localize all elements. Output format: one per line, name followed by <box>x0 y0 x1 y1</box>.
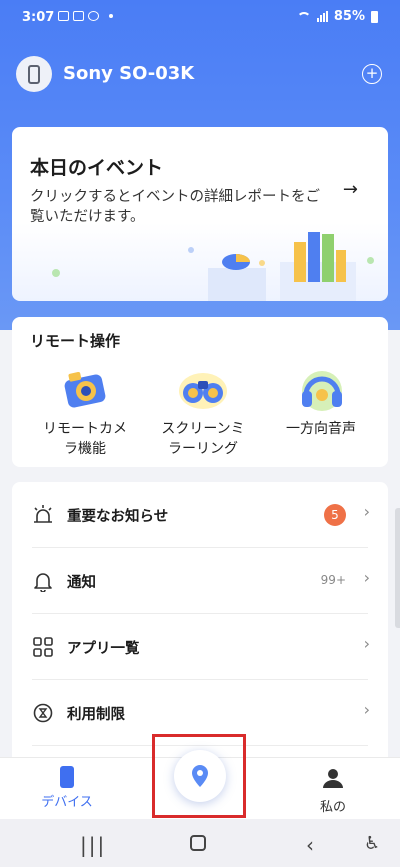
home-notification-icon <box>58 11 69 21</box>
chevron-right-icon: › <box>363 700 370 719</box>
usage-limit-label: 利用制限 <box>67 707 125 723</box>
home-icon[interactable] <box>190 832 206 856</box>
one-way-audio-button[interactable]: 一方向音声 <box>266 365 376 439</box>
chevron-right-icon: › <box>363 502 370 521</box>
nav-device-tab[interactable]: デバイス <box>22 766 112 810</box>
nav-device-label: デバイス <box>41 795 93 810</box>
add-device-button[interactable]: + <box>362 64 382 84</box>
remote-section-title: リモート操作 <box>30 332 121 350</box>
device-header: Sony SO-03K + <box>16 56 384 92</box>
list-item-notifications[interactable]: 通知 99+ › <box>12 548 388 614</box>
accessibility-icon[interactable]: ♿ <box>364 833 380 854</box>
smartphone-icon <box>28 64 40 84</box>
more-notifications-dot <box>109 14 113 18</box>
device-avatar[interactable] <box>16 56 52 92</box>
battery-percent: 85% <box>333 9 365 24</box>
system-navigation-bar: ||| ‹ ♿ <box>0 819 400 867</box>
wifi-icon <box>296 11 311 22</box>
person-icon <box>323 769 343 788</box>
list-item-app-list[interactable]: アプリ一覧 › <box>12 614 388 680</box>
recent-apps-icon[interactable]: ||| <box>80 833 106 857</box>
app-list-label: アプリ一覧 <box>67 641 140 657</box>
chevron-right-icon: › <box>363 568 370 587</box>
important-notices-label: 重要なお知らせ <box>67 509 169 525</box>
plus-icon: + <box>365 64 379 82</box>
device-name[interactable]: Sony SO-03K <box>63 63 194 84</box>
bell-icon <box>34 573 52 592</box>
decor-dot <box>188 247 194 253</box>
hourglass-clock-icon <box>33 703 53 723</box>
status-indicators: 85% <box>296 9 378 24</box>
headphones-icon <box>296 365 346 413</box>
remote-camera-label: リモートカメ ラ機能 <box>43 421 127 457</box>
eye-notification-icon <box>88 11 99 21</box>
arrow-right-icon[interactable]: → <box>343 179 358 200</box>
remote-operation-card: リモート操作 リモートカメ ラ機能 スクリーンミ ラーリング 一方向音声 <box>12 317 388 467</box>
binoculars-icon <box>178 365 228 413</box>
edge-panel-handle[interactable] <box>395 508 400 628</box>
smartphone-icon <box>60 766 74 788</box>
event-title: 本日のイベント <box>30 157 164 179</box>
one-way-audio-label: 一方向音声 <box>286 421 356 437</box>
mail-notification-icon <box>73 11 84 21</box>
signal-icon <box>316 11 328 22</box>
screen-mirroring-label: スクリーンミ ラーリング <box>161 421 245 457</box>
notifications-label: 通知 <box>67 575 96 591</box>
highlight-annotation <box>152 734 246 818</box>
alarm-icon <box>34 505 52 523</box>
remote-camera-button[interactable]: リモートカメ ラ機能 <box>30 365 140 459</box>
decor-dot <box>367 257 374 264</box>
nav-me-label: 私の <box>319 800 346 815</box>
list-item-important-notices[interactable]: 重要なお知らせ 5 › <box>12 482 388 548</box>
status-bar: 3:07 85% <box>0 0 400 36</box>
screen-mirroring-button[interactable]: スクリーンミ ラーリング <box>148 365 258 459</box>
status-time: 3:07 <box>22 10 55 25</box>
notification-count: 99+ <box>320 573 346 587</box>
battery-icon <box>371 10 378 23</box>
camera-icon <box>60 365 110 413</box>
decor-dot <box>52 269 60 277</box>
grid-icon <box>33 637 53 657</box>
back-icon[interactable]: ‹ <box>306 833 314 857</box>
event-description: クリックするとイベントの詳細レポートをご覧いただけます。 <box>30 189 320 225</box>
chevron-right-icon: › <box>363 634 370 653</box>
notification-count-badge: 5 <box>324 504 346 526</box>
chart-illustration <box>208 232 356 301</box>
nav-me-tab[interactable]: 私の <box>288 768 378 815</box>
notification-icons <box>58 11 113 21</box>
event-card[interactable]: 本日のイベント クリックするとイベントの詳細レポートをご覧いただけます。 → <box>12 127 388 301</box>
